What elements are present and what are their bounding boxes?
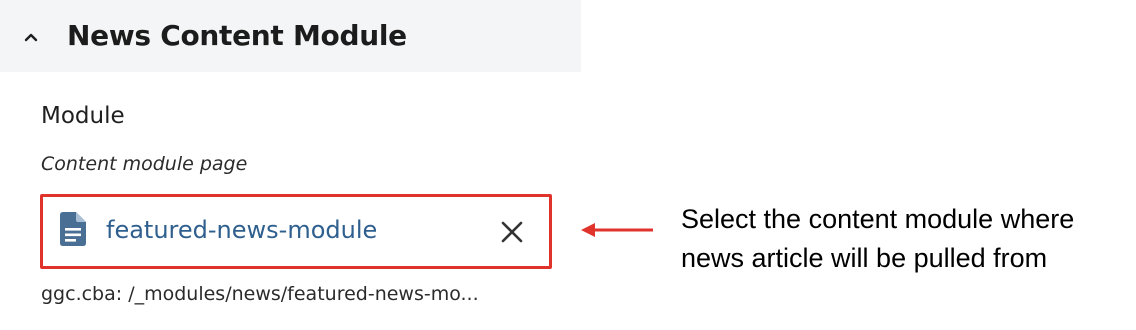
file-document-icon: [60, 212, 86, 246]
field-label: Module: [41, 103, 125, 129]
chevron-up-icon[interactable]: [20, 26, 42, 48]
annotation-text: Select the content module where news art…: [681, 200, 1131, 278]
annotation-line: news article will be pulled from: [681, 243, 1048, 273]
close-icon[interactable]: [498, 218, 526, 246]
section-title: News Content Module: [67, 19, 407, 52]
field-help-text: Content module page: [41, 153, 248, 175]
section-header[interactable]: News Content Module: [0, 0, 581, 72]
selected-page-link[interactable]: featured-news-module: [106, 213, 377, 247]
arrow-left-icon: [581, 223, 653, 237]
annotation-line: Select the content module where: [681, 204, 1075, 234]
selected-page-path: ggc.cba: /_modules/news/featured-news-mo…: [41, 283, 479, 305]
